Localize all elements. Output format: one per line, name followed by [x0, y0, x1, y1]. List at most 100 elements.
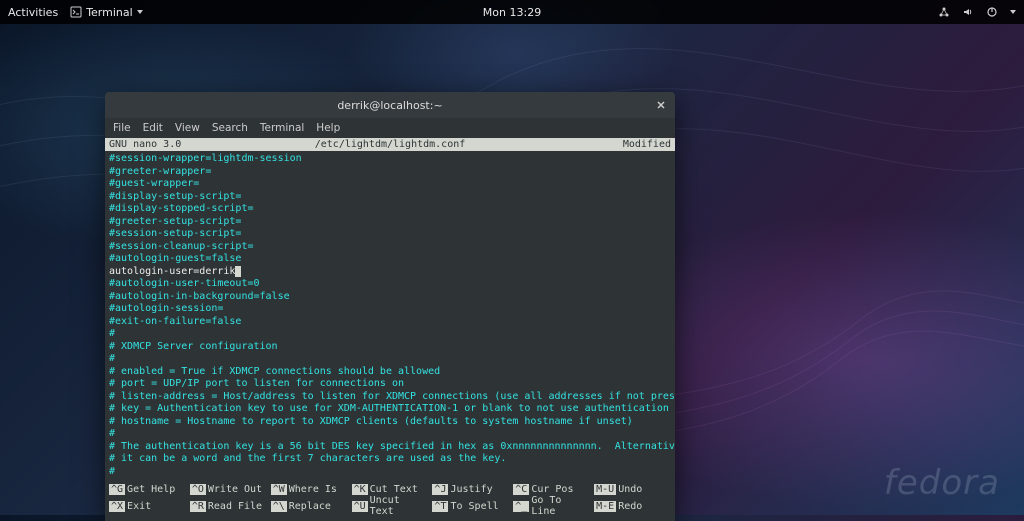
shortcut-label: Cut Text — [370, 484, 418, 495]
nano-shortcut: ^U Uncut Text — [352, 495, 429, 517]
app-menu[interactable]: Terminal — [70, 6, 143, 19]
editor-line: #greeter-setup-script= — [109, 216, 671, 229]
terminal-app-icon — [70, 6, 82, 18]
editor-line: #autologin-user-timeout=0 — [109, 278, 671, 291]
menu-terminal[interactable]: Terminal — [260, 122, 304, 134]
menu-search[interactable]: Search — [212, 122, 248, 134]
nano-shortcut: ^R Read File — [190, 495, 267, 517]
clock[interactable]: Mon 13:29 — [483, 6, 541, 19]
editor-line: # The authentication key is a 56 bit DES… — [109, 441, 671, 454]
editor-line: # key = Authentication key to use for XD… — [109, 403, 671, 416]
editor-line: # enabled = True if XDMCP connections sh… — [109, 366, 671, 379]
shortcut-key: M-U — [594, 484, 616, 495]
shortcut-key: M-E — [594, 501, 616, 512]
app-menu-label: Terminal — [86, 6, 133, 19]
nano-filepath: /etc/lightdm/lightdm.conf — [315, 139, 466, 150]
terminal-menubar: File Edit View Search Terminal Help — [105, 118, 675, 138]
shortcut-key: ^_ — [513, 501, 529, 512]
nano-shortcut: M-E Redo — [594, 495, 671, 517]
shortcut-key: ^K — [352, 484, 368, 495]
nano-shortcut: M-U Undo — [594, 484, 671, 495]
editor-line: # — [109, 328, 671, 341]
shortcut-label: Redo — [618, 501, 642, 512]
shortcut-label: Go To Line — [531, 495, 590, 517]
shortcut-key: ^J — [432, 484, 448, 495]
editor-line: #greeter-wrapper= — [109, 166, 671, 179]
terminal-window: derrik@localhost:~ File Edit View Search… — [105, 92, 675, 521]
nano-shortcut: ^T To Spell — [432, 495, 509, 517]
shortcut-label: Get Help — [127, 484, 175, 495]
menu-file[interactable]: File — [113, 122, 131, 134]
shortcut-label: Read File — [208, 501, 262, 512]
editor-line: #autologin-in-background=false — [109, 291, 671, 304]
editor-line: # it can be a word and the first 7 chara… — [109, 453, 671, 466]
nano-shortcut: ^\ Replace — [271, 495, 348, 517]
nano-shortcut: ^X Exit — [109, 495, 186, 517]
gnome-top-bar: Activities Terminal Mon 13:29 — [0, 0, 1024, 24]
editor-line: # — [109, 428, 671, 441]
nano-shortcut: ^K Cut Text — [352, 484, 429, 495]
shortcut-label: Exit — [127, 501, 151, 512]
editor-line: #session-setup-script= — [109, 228, 671, 241]
menu-edit[interactable]: Edit — [143, 122, 163, 134]
text-cursor — [235, 266, 241, 277]
editor-line: # — [109, 466, 671, 479]
editor-line: # — [109, 353, 671, 366]
nano-version: GNU nano 3.0 — [109, 139, 181, 150]
activities-button[interactable]: Activities — [8, 6, 58, 19]
shortcut-key: ^O — [190, 484, 206, 495]
shortcut-key: ^T — [432, 501, 448, 512]
editor-line: #session-cleanup-script= — [109, 241, 671, 254]
nano-shortcut: ^G Get Help — [109, 484, 186, 495]
nano-shortcut: ^J Justify — [432, 484, 509, 495]
nano-shortcut: ^O Write Out — [190, 484, 267, 495]
fedora-watermark: fedora — [884, 463, 1000, 503]
editor-line: autologin-user=derrik — [109, 266, 671, 279]
shortcut-key: ^R — [190, 501, 206, 512]
editor-line: #autologin-guest=false — [109, 253, 671, 266]
nano-status: Modified — [623, 139, 671, 150]
shortcut-key: ^W — [271, 484, 287, 495]
close-icon — [656, 100, 666, 110]
close-button[interactable] — [653, 97, 669, 113]
shortcut-key: ^G — [109, 484, 125, 495]
shortcut-label: Uncut Text — [370, 495, 429, 517]
network-icon — [938, 6, 950, 18]
editor-content[interactable]: #session-wrapper=lightdm-session#greeter… — [105, 151, 675, 482]
window-titlebar[interactable]: derrik@localhost:~ — [105, 92, 675, 118]
chevron-down-icon — [137, 10, 143, 14]
shortcut-label: To Spell — [450, 501, 498, 512]
chevron-down-icon — [1010, 10, 1016, 14]
system-tray[interactable] — [938, 6, 1016, 18]
shortcut-label: Justify — [450, 484, 492, 495]
shortcut-key: ^C — [513, 484, 529, 495]
window-title: derrik@localhost:~ — [337, 99, 442, 112]
editor-line: #exit-on-failure=false — [109, 316, 671, 329]
menu-help[interactable]: Help — [316, 122, 340, 134]
shortcut-key: ^\ — [271, 501, 287, 512]
shortcut-label: Where Is — [289, 484, 337, 495]
nano-shortcut: ^C Cur Pos — [513, 484, 590, 495]
editor-line: #display-setup-script= — [109, 191, 671, 204]
shortcut-label: Replace — [289, 501, 331, 512]
editor-line: # listen-address = Host/address to liste… — [109, 391, 671, 404]
volume-icon — [962, 6, 974, 18]
editor-line: # port = UDP/IP port to listen for conne… — [109, 378, 671, 391]
shortcut-key: ^X — [109, 501, 125, 512]
nano-header: GNU nano 3.0 /etc/lightdm/lightdm.conf M… — [105, 138, 675, 151]
shortcut-label: Cur Pos — [531, 484, 573, 495]
power-icon — [986, 6, 998, 18]
shortcut-label: Undo — [618, 484, 642, 495]
menu-view[interactable]: View — [175, 122, 200, 134]
nano-shortcut: ^_ Go To Line — [513, 495, 590, 517]
editor-line: #guest-wrapper= — [109, 178, 671, 191]
editor-line: #autologin-session= — [109, 303, 671, 316]
shortcut-key: ^U — [352, 501, 368, 512]
editor-line: # XDMCP Server configuration — [109, 341, 671, 354]
nano-shortcut-bar: ^G Get Help ^O Write Out ^W Where Is ^K Cut… — [105, 482, 675, 521]
editor-line: #display-stopped-script= — [109, 203, 671, 216]
shortcut-label: Write Out — [208, 484, 262, 495]
editor-line: # hostname = Hostname to report to XDMCP… — [109, 416, 671, 429]
nano-shortcut: ^W Where Is — [271, 484, 348, 495]
editor-line: #session-wrapper=lightdm-session — [109, 153, 671, 166]
